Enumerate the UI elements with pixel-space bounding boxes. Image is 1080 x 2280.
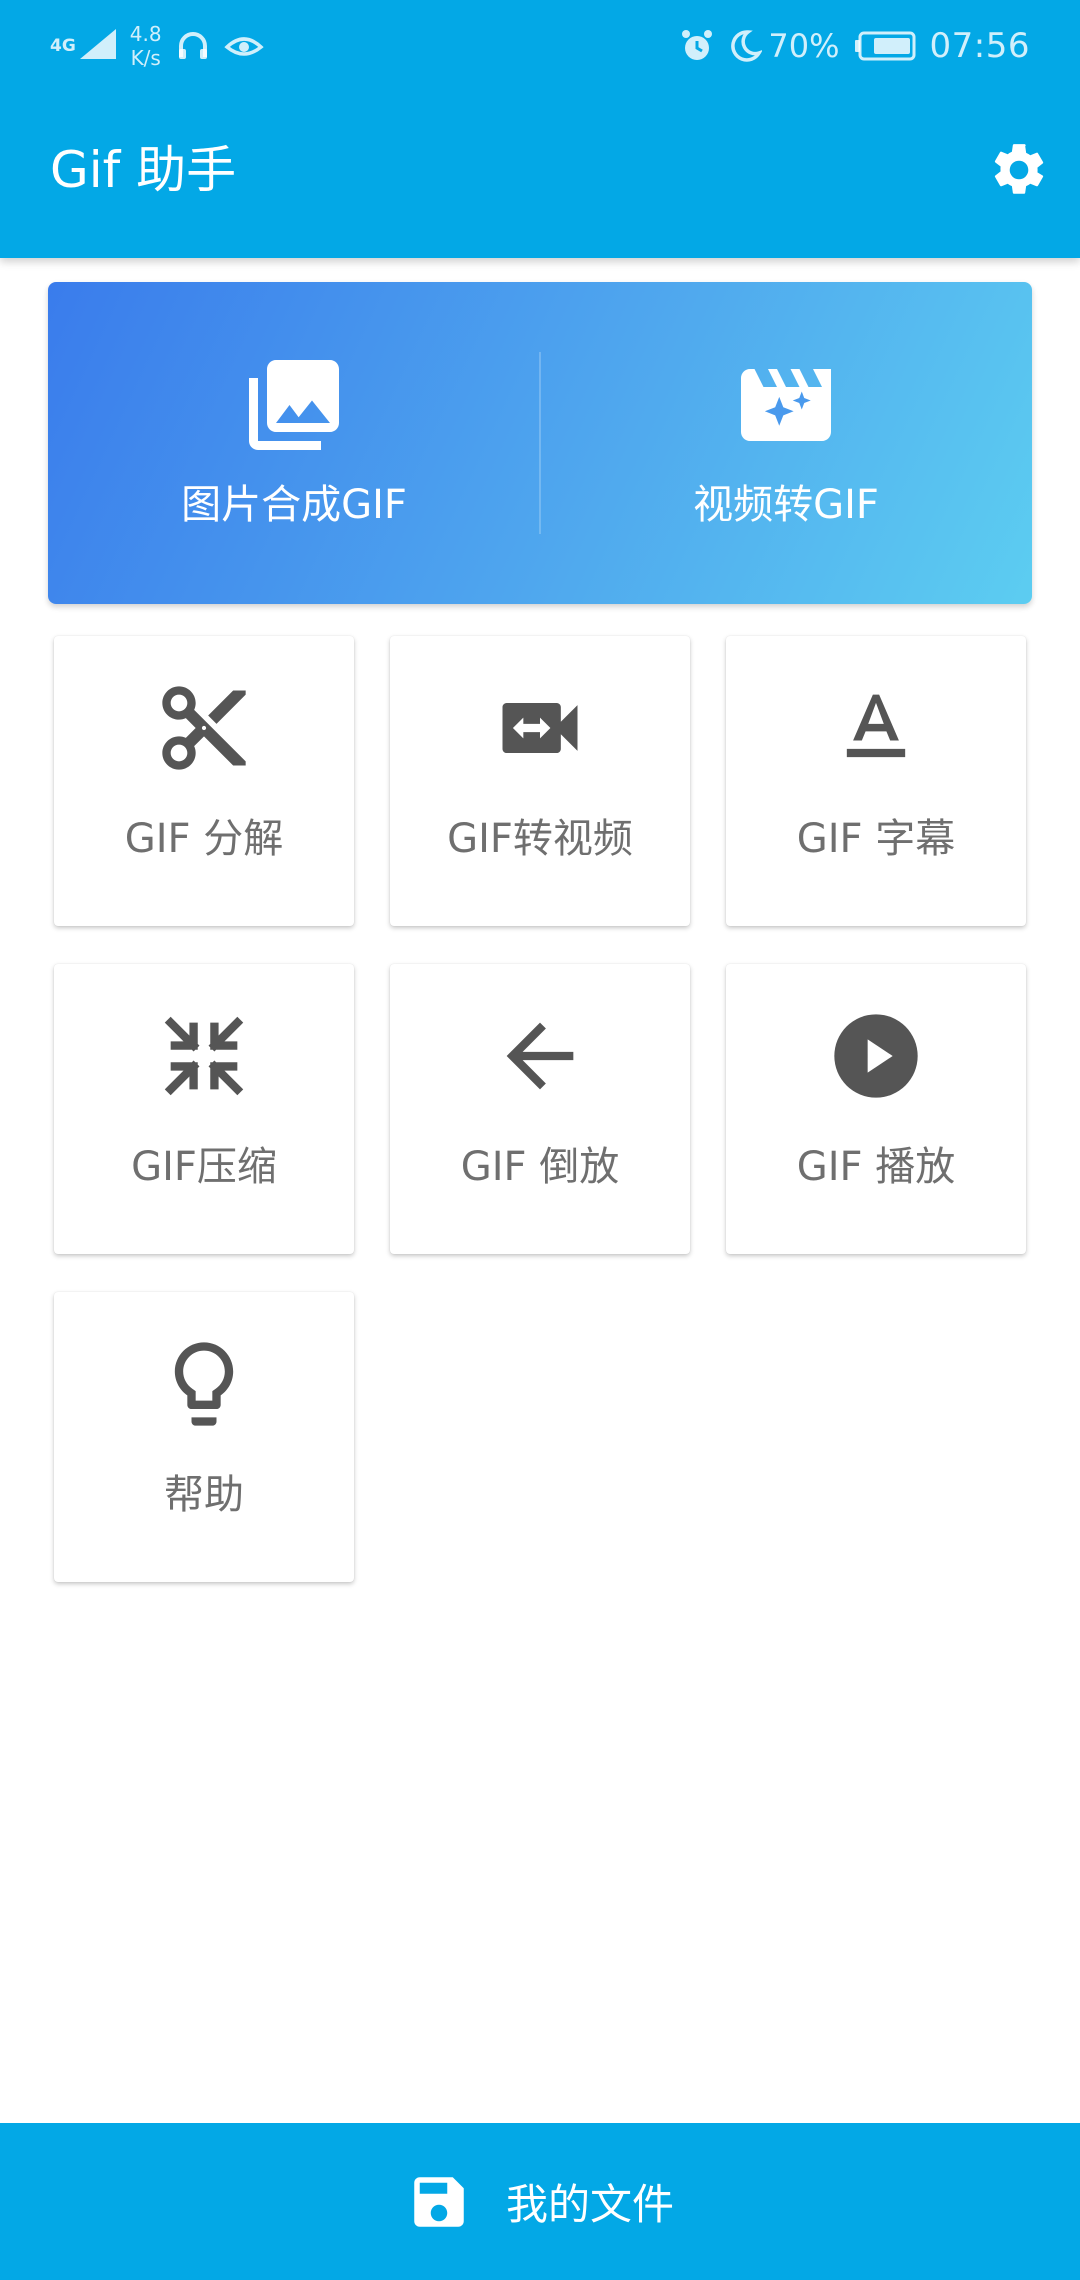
clock: 07:56 [929,26,1030,66]
signal-icon [78,27,118,65]
network-speed: 4.8 K/s [130,22,162,70]
video-convert-icon [490,678,590,778]
tool-gif-split[interactable]: GIF 分解 [54,636,354,926]
arrow-back-icon [490,1006,590,1106]
tool-gif-play[interactable]: GIF 播放 [726,964,1026,1254]
status-left: 4G 4.8 K/s [50,18,264,74]
tool-label: GIF 字幕 [796,816,956,862]
photo-library-icon [239,350,349,460]
settings-button[interactable] [988,141,1050,203]
tool-gif-to-video[interactable]: GIF转视频 [390,636,690,926]
my-files-button[interactable]: 我的文件 [0,2123,1080,2280]
tool-help[interactable]: 帮助 [54,1292,354,1582]
tool-label: GIF转视频 [447,816,633,862]
tool-label: GIF 播放 [796,1144,956,1190]
speed-unit: K/s [130,46,161,70]
movie-sparkle-icon [731,350,841,460]
tool-gif-reverse[interactable]: GIF 倒放 [390,964,690,1254]
gear-icon [988,139,1050,205]
lightbulb-icon [154,1334,254,1434]
status-right: 70% 07:56 [666,18,1030,74]
tool-label: 帮助 [164,1472,244,1518]
video-to-gif-button[interactable]: 视频转GIF [540,282,1032,604]
app-title: Gif 助手 [50,141,237,199]
tool-label: GIF 倒放 [460,1144,620,1190]
eye-icon [223,31,264,61]
app-bar: 4G 4.8 K/s 70% 07:56 Gif 助手 [0,0,1080,258]
battery-icon [854,30,916,62]
tool-gif-caption[interactable]: GIF 字幕 [726,636,1026,926]
banner-label: 视频转GIF [693,482,879,528]
battery-percent: 70% [768,27,840,65]
headset-icon [176,29,210,63]
text-format-icon [826,678,926,778]
my-files-label: 我的文件 [505,2180,674,2229]
moon-icon [728,29,763,63]
save-icon [406,2169,472,2235]
alarm-icon [680,29,714,63]
tool-label: GIF压缩 [131,1144,277,1190]
feature-banner: 图片合成GIF 视频转GIF [48,282,1032,604]
banner-label: 图片合成GIF [181,482,407,528]
play-circle-icon [826,1006,926,1106]
speed-value: 4.8 [129,22,162,46]
scissors-icon [154,678,254,778]
images-to-gif-button[interactable]: 图片合成GIF [48,282,540,604]
compress-arrows-icon [154,1006,254,1106]
network-type: 4G [50,36,76,56]
tool-label: GIF 分解 [124,816,284,862]
tool-gif-compress[interactable]: GIF压缩 [54,964,354,1254]
status-bar: 4G 4.8 K/s 70% 07:56 [0,0,1080,90]
